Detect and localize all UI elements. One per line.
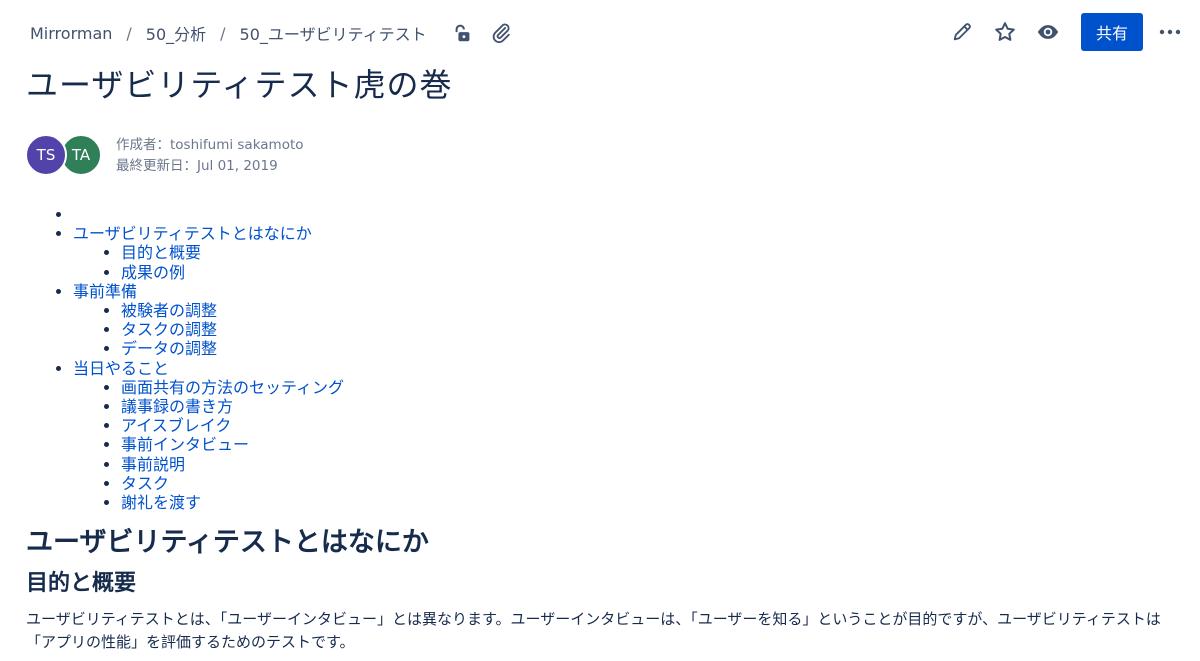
more-icon[interactable] (1158, 20, 1182, 44)
toc-link[interactable]: タスクの調整 (121, 320, 217, 339)
toc-subitem: データの調整 (121, 339, 344, 358)
unlock-icon[interactable] (451, 21, 475, 45)
toc-link[interactable]: 画面共有の方法のセッティング (121, 378, 344, 397)
toc-link[interactable]: 目的と概要 (121, 243, 201, 262)
page-meta-icons (451, 21, 513, 45)
toc-link[interactable]: ユーザビリティテストとはなにか (73, 224, 312, 243)
page-actions: 共有 (950, 13, 1182, 51)
eye-icon[interactable] (1036, 20, 1060, 44)
toc-subitem: 議事録の書き方 (121, 397, 344, 416)
byline-text: 作成者：toshifumi sakamoto 最終更新日：Jul 01, 201… (116, 135, 304, 177)
toc-link[interactable]: 当日やること (73, 359, 169, 378)
breadcrumb-item-space[interactable]: Mirrorman (30, 24, 112, 43)
toc-item-empty (73, 205, 344, 224)
page-byline: TS TA 作成者：toshifumi sakamoto 最終更新日：Jul 0… (25, 134, 304, 177)
toc-item: 事前準備 被験者の調整 タスクの調整 データの調整 (73, 282, 344, 359)
toc-subitem: 事前説明 (121, 455, 344, 474)
breadcrumb-separator: / (220, 23, 226, 43)
avatar[interactable]: TS (25, 134, 67, 176)
page-title: ユーザビリティテスト虎の巻 (26, 66, 453, 104)
star-icon[interactable] (993, 20, 1017, 44)
breadcrumb-item-usability-test[interactable]: 50_ユーザビリティテスト (240, 21, 427, 45)
toc-subitem: アイスブレイク (121, 416, 344, 435)
toc-item: 当日やること 画面共有の方法のセッティング 議事録の書き方 アイスブレイク 事前… (73, 359, 344, 513)
toc-item: ユーザビリティテストとはなにか 目的と概要 成果の例 (73, 224, 344, 282)
toc-subitem: タスクの調整 (121, 320, 344, 339)
toc-subitem: 目的と概要 (121, 243, 344, 262)
toc-link[interactable]: 謝礼を渡す (121, 493, 201, 512)
toc-link[interactable]: 事前説明 (121, 455, 185, 474)
toc-subitem: 画面共有の方法のセッティング (121, 378, 344, 397)
toc-link[interactable]: 事前準備 (73, 282, 137, 301)
subsection-heading: 目的と概要 (26, 571, 137, 596)
breadcrumb-separator: / (126, 23, 132, 43)
paperclip-icon[interactable] (489, 21, 513, 45)
breadcrumb: Mirrorman / 50_分析 / 50_ユーザビリティテスト (30, 21, 513, 45)
toc-subitem: タスク (121, 474, 344, 493)
toc-subitem: 事前インタビュー (121, 435, 344, 454)
toc-link[interactable]: 被験者の調整 (121, 301, 217, 320)
section-heading: ユーザビリティテストとはなにか (26, 527, 429, 558)
toc-link[interactable]: 成果の例 (121, 263, 185, 282)
pencil-icon[interactable] (950, 20, 974, 44)
toc-subitem: 被験者の調整 (121, 301, 344, 320)
toc-link[interactable]: データの調整 (121, 339, 217, 358)
toc-link[interactable]: アイスブレイク (121, 416, 231, 435)
toc-subitem: 成果の例 (121, 263, 344, 282)
page-header: Mirrorman / 50_分析 / 50_ユーザビリティテスト 共有 (0, 0, 1200, 64)
toc-link[interactable]: 議事録の書き方 (121, 397, 233, 416)
toc-link[interactable]: 事前インタビュー (121, 435, 249, 454)
toc-link[interactable]: タスク (121, 474, 169, 493)
breadcrumb-item-analysis[interactable]: 50_分析 (146, 21, 206, 45)
share-button[interactable]: 共有 (1081, 13, 1143, 51)
last-updated-line: 最終更新日：Jul 01, 2019 (116, 158, 278, 174)
author-line: 作成者：toshifumi sakamoto (116, 137, 304, 153)
body-paragraph: ユーザビリティテストとは、「ユーザーインタビュー」とは異なります。ユーザーインタ… (26, 610, 1161, 651)
table-of-contents: ユーザビリティテストとはなにか 目的と概要 成果の例 事前準備 被験者の調整 タ… (0, 205, 344, 512)
toc-subitem: 謝礼を渡す (121, 493, 344, 512)
